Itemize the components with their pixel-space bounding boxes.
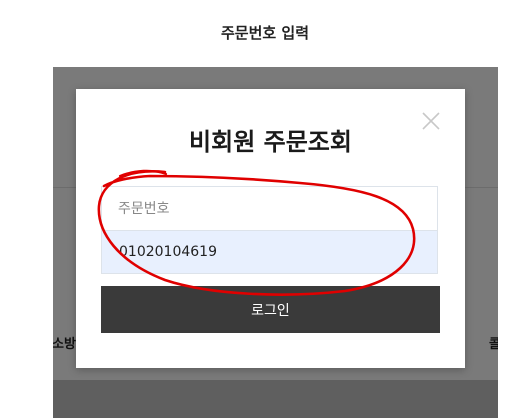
background-footer bbox=[53, 380, 498, 418]
close-icon[interactable] bbox=[420, 110, 442, 132]
phone-number-input[interactable] bbox=[101, 230, 438, 274]
login-button[interactable]: 로그인 bbox=[101, 286, 440, 333]
page-heading: 주문번호 입력 bbox=[220, 24, 310, 42]
modal-title: 비회원 주문조회 bbox=[189, 128, 352, 156]
background-label-left: 소방 bbox=[53, 337, 76, 352]
background-label-right: 콜 bbox=[489, 337, 498, 352]
guest-order-lookup-modal: 비회원 주문조회 로그인 bbox=[76, 89, 465, 368]
order-number-input[interactable] bbox=[101, 186, 438, 230]
